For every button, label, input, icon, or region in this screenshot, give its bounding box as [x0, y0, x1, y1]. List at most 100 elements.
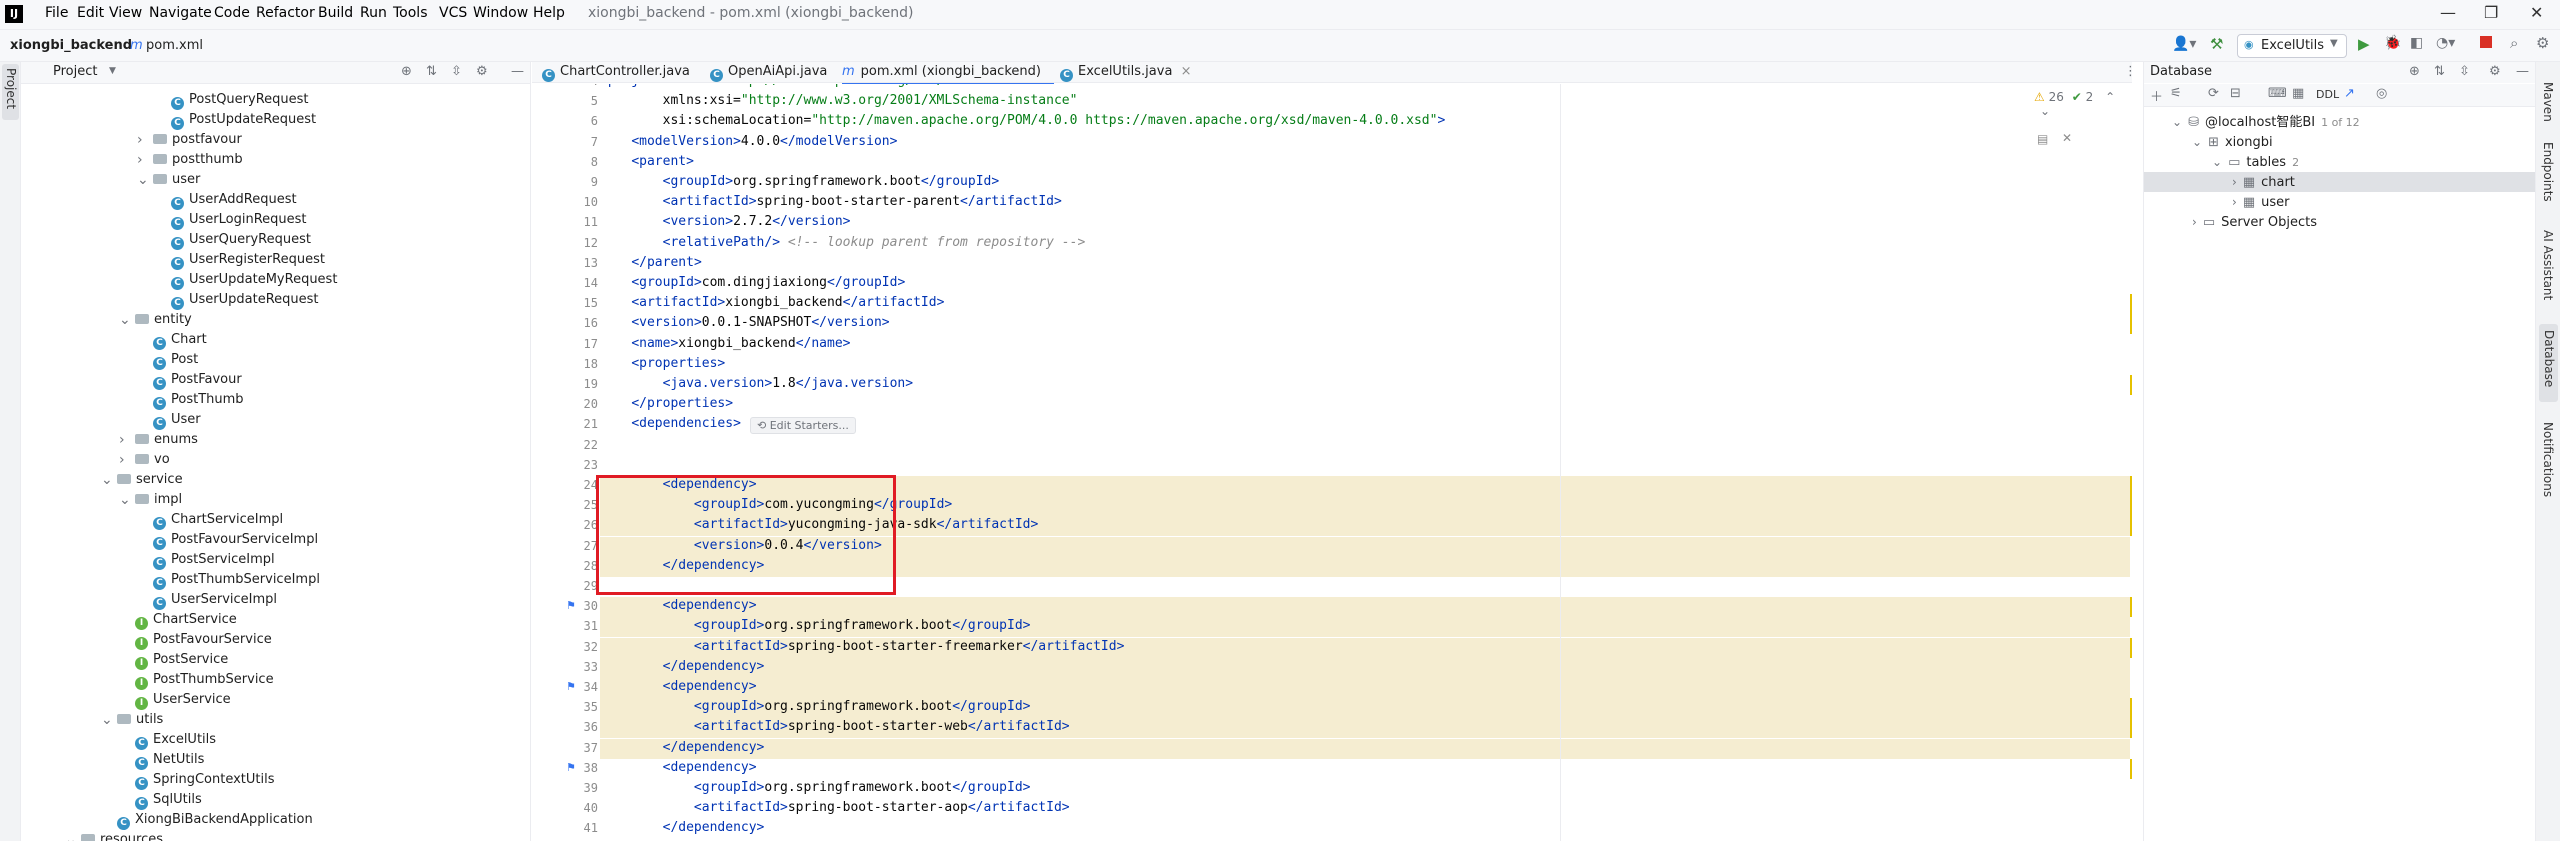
chevron-right-icon[interactable]: ›: [2232, 175, 2237, 189]
menu-code[interactable]: Code: [214, 5, 250, 21]
endpoints-tool-button[interactable]: Endpoints: [2541, 142, 2555, 202]
tree-item[interactable]: ⌄ impl: [119, 490, 182, 510]
chevron-down-icon[interactable]: ▼: [109, 66, 116, 76]
dependency-gutter-icon[interactable]: ⚑: [566, 599, 576, 612]
menu-tools[interactable]: Tools: [393, 5, 428, 21]
close-reader-icon[interactable]: ✕: [2062, 131, 2072, 145]
user-icon[interactable]: 👤▾: [2172, 36, 2196, 52]
change-marker[interactable]: [2130, 718, 2132, 739]
menu-build[interactable]: Build: [318, 5, 353, 21]
code-line[interactable]: <dependency>: [600, 679, 757, 694]
minimize-icon[interactable]: —: [2440, 3, 2456, 22]
code-line[interactable]: <name>xiongbi_backend</name>: [600, 336, 850, 351]
tree-item[interactable]: › enums: [119, 430, 198, 450]
tree-item[interactable]: C PostThumbServiceImpl: [153, 570, 320, 590]
menu-edit[interactable]: Edit: [77, 5, 104, 21]
code-line[interactable]: <project xmlns="http://maven.apache.org/…: [600, 84, 991, 88]
notifications-tool-button[interactable]: Notifications: [2541, 422, 2555, 497]
chevron-down-icon[interactable]: ⌄: [65, 830, 77, 841]
code-line[interactable]: </dependency>: [600, 740, 765, 755]
expand-all-icon[interactable]: ⇳: [2459, 64, 2470, 79]
tab-pom-xml[interactable]: mpom.xml (xiongbi_backend) ×: [842, 62, 1054, 99]
change-marker[interactable]: [2130, 516, 2132, 537]
code-line[interactable]: <properties>: [600, 356, 725, 371]
chevron-down-icon[interactable]: ⌄: [2212, 155, 2222, 169]
chevron-down-icon[interactable]: ⌄: [2172, 115, 2182, 129]
inspection-widget[interactable]: ⚠ 26 ✔ 2 ⌃ ⌄: [2034, 90, 2132, 118]
tree-item[interactable]: › vo: [119, 450, 170, 470]
breadcrumb-project[interactable]: xiongbi_backend: [10, 38, 132, 53]
tree-item[interactable]: C ExcelUtils: [135, 730, 216, 750]
code-line[interactable]: <artifactId>spring-boot-starter-parent</…: [600, 194, 1062, 209]
breadcrumb-file[interactable]: pom.xml: [146, 38, 203, 53]
code-line[interactable]: <groupId>com.dingjiaxiong</groupId>: [600, 275, 905, 290]
change-marker[interactable]: [2130, 476, 2132, 496]
db-tree-item[interactable]: ⌄ ⛁ @localhost智能BI 1 of 12: [2172, 112, 2360, 132]
settings-icon[interactable]: ⚙: [2536, 34, 2549, 52]
chevron-down-icon[interactable]: ⌄: [119, 490, 131, 510]
menu-vcs[interactable]: VCS: [439, 5, 467, 21]
change-marker[interactable]: [2130, 698, 2132, 719]
code-line[interactable]: <java.version>1.8</java.version>: [600, 376, 913, 391]
change-marker[interactable]: [2130, 375, 2132, 395]
menu-view[interactable]: View: [109, 5, 142, 21]
code-line[interactable]: <version>2.7.2</version>: [600, 214, 851, 229]
tab-openai-api[interactable]: C OpenAiApi.java: [710, 62, 828, 83]
chevron-down-icon[interactable]: ⌄: [2192, 135, 2202, 149]
reader-mode-icon[interactable]: ▤: [2037, 132, 2048, 146]
dependency-gutter-icon[interactable]: ⚑: [566, 680, 576, 693]
code-line[interactable]: xmlns:xsi="http://www.w3.org/2001/XMLSch…: [600, 93, 1078, 108]
code-line[interactable]: <parent>: [600, 154, 694, 169]
chevron-right-icon[interactable]: ›: [2232, 195, 2237, 209]
tree-item[interactable]: C UserQueryRequest: [171, 230, 311, 250]
code-line[interactable]: <artifactId>spring-boot-starter-aop</art…: [600, 800, 1070, 815]
chevron-right-icon[interactable]: ›: [137, 130, 143, 150]
change-marker[interactable]: [2130, 758, 2132, 779]
tree-item[interactable]: I PostFavourService: [135, 630, 272, 650]
chevron-right-icon[interactable]: ›: [119, 450, 125, 470]
tree-item[interactable]: ⌄ utils: [101, 710, 163, 730]
chevron-right-icon[interactable]: ›: [137, 150, 143, 170]
tree-item[interactable]: I ChartService: [135, 610, 237, 630]
tree-item[interactable]: C SqlUtils: [135, 790, 202, 810]
more-tabs-icon[interactable]: ⋮: [2124, 64, 2137, 79]
close-icon[interactable]: ✕: [2530, 3, 2543, 22]
code-line[interactable]: </dependency>: [600, 820, 765, 835]
gear-icon[interactable]: ⚙: [2489, 64, 2501, 79]
tree-item[interactable]: C UserLoginRequest: [171, 210, 307, 230]
code-line[interactable]: <groupId>org.springframework.boot</group…: [600, 699, 1031, 714]
search-icon[interactable]: ⌕: [2510, 34, 2518, 52]
code-line[interactable]: <artifactId>xiongbi_backend</artifactId>: [600, 295, 944, 310]
tree-item[interactable]: C NetUtils: [135, 750, 204, 770]
chevron-down-icon[interactable]: ⌄: [137, 170, 149, 190]
database-tool-button[interactable]: Database: [2539, 324, 2558, 402]
code-line[interactable]: <relativePath/> <!-- lookup parent from …: [600, 235, 1086, 250]
collapse-all-icon[interactable]: ⇅: [2434, 64, 2445, 79]
tree-item[interactable]: C Chart: [153, 330, 207, 350]
edit-starters-button[interactable]: ⟲ Edit Starters...: [750, 417, 856, 435]
maximize-icon[interactable]: ❐: [2484, 3, 2498, 22]
locate-icon[interactable]: ⊕: [2409, 64, 2420, 79]
change-marker[interactable]: [2130, 637, 2132, 658]
chevron-right-icon[interactable]: ›: [2192, 215, 2197, 229]
chevron-down-icon[interactable]: ⌄: [2040, 104, 2050, 118]
menu-help[interactable]: Help: [533, 5, 565, 21]
code-line[interactable]: <dependency>: [600, 760, 757, 775]
tree-item[interactable]: C UserRegisterRequest: [171, 250, 325, 270]
code-line[interactable]: <artifactId>spring-boot-starter-freemark…: [600, 639, 1124, 654]
run-config-select[interactable]: ◉ ExcelUtils ▼: [2237, 34, 2347, 58]
profile-icon[interactable]: ◔▾: [2436, 35, 2455, 51]
tree-item[interactable]: C UserUpdateMyRequest: [171, 270, 337, 290]
project-tool-button[interactable]: Project: [2, 64, 19, 120]
code-line[interactable]: <groupId>org.springframework.boot</group…: [600, 174, 1000, 189]
code-line[interactable]: </dependency>: [600, 659, 765, 674]
code-line[interactable]: <artifactId>spring-boot-starter-web</art…: [600, 719, 1070, 734]
menu-refactor[interactable]: Refactor: [256, 5, 315, 21]
tree-item[interactable]: C PostUpdateRequest: [171, 110, 316, 130]
code-line[interactable]: <dependencies>: [600, 416, 741, 431]
hammer-icon[interactable]: ⚒: [2210, 35, 2223, 53]
chevron-down-icon[interactable]: ⌄: [101, 470, 113, 490]
tree-item[interactable]: C Post: [153, 350, 198, 370]
tree-item[interactable]: I UserService: [135, 690, 231, 710]
db-tree-item[interactable]: › ▦ user: [2232, 192, 2289, 212]
